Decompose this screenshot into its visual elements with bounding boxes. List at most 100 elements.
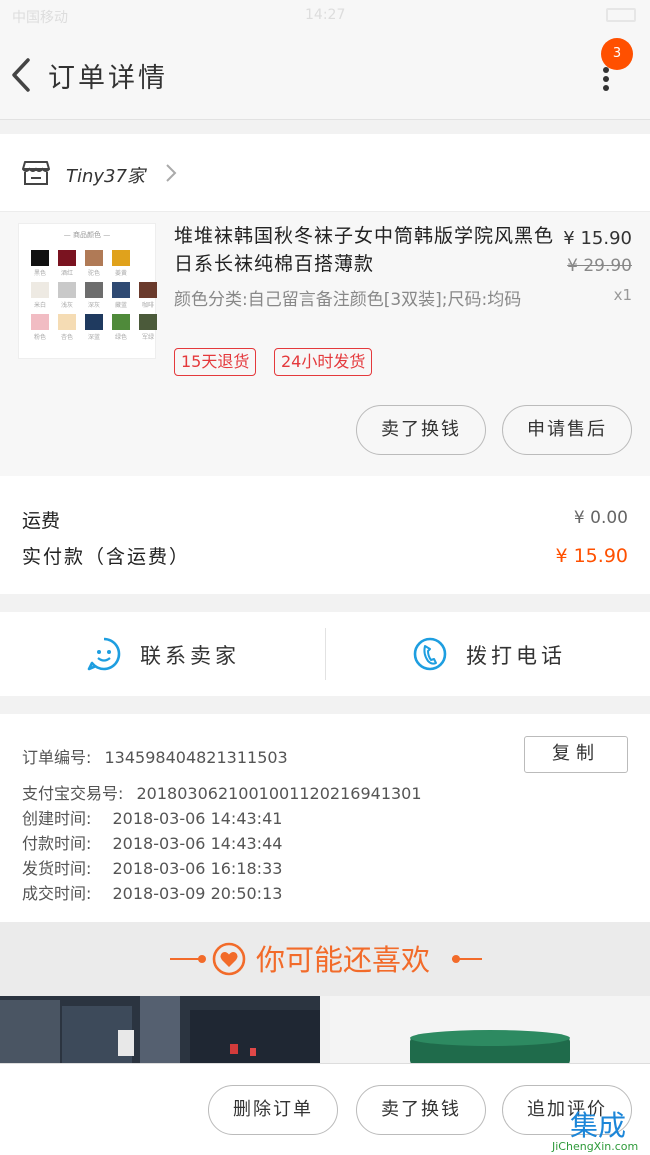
bottom-action-bar: 删除订单 卖了换钱 追加评价 集成 JiChengXin.com [0,1063,650,1155]
alipay-trade-value: 2018030621001001120216941301 [136,784,422,803]
shop-icon [22,161,50,185]
color-swatch-label: 酒红 [60,270,73,277]
phone-icon [413,637,447,671]
page-title: 订单详情 [48,63,168,94]
delete-order-button[interactable]: 删除订单 [208,1085,338,1135]
shop-row[interactable]: Tiny37家 [0,134,650,212]
product-thumbnail[interactable]: — 商品颜色 — 黑色 酒红 驼色 姜黄米白 浅灰 深灰 藏蓝 咖啡粉色 杏色 深蓝 绿色 军绿 [18,223,157,359]
watermark-logo: 集成 JiChengXin.com [534,1104,650,1155]
recommend-item-image[interactable] [0,996,320,1066]
color-swatch [31,282,49,298]
created-time-row: 创建时间: 2018-03-06 14:43:41 [22,805,282,829]
chat-bubble-icon [87,637,121,671]
chevron-right-icon [166,164,177,182]
recommend-left-line [170,958,200,960]
product-specs: 颜色分类:自己留言备注颜色[3双装];尺码:均码 [174,290,522,310]
product-quantity: x1 [613,286,632,304]
color-swatch [58,282,76,298]
watermark-url: JiChengXin.com [552,1140,639,1153]
color-swatch-label: 姜黄 [114,270,127,277]
recommend-title: 你可能还喜欢 [256,943,431,977]
color-swatch-label: 绿色 [114,334,127,341]
color-swatch [31,250,49,266]
shipping-fee-value: ¥ 0.00 [573,508,628,528]
color-swatch [31,314,49,330]
apply-aftersale-button[interactable]: 申请售后 [502,405,632,455]
fee-section: 运费 ¥ 0.00 实付款（含运费） ¥ 15.90 [0,476,650,594]
city-building-image [0,996,320,1066]
order-number-row: 订单编号: 134598404821311503 [22,744,288,768]
heart-icon [212,942,246,976]
paid-amount-label: 实付款（含运费） [22,546,191,568]
contact-bar: 联系卖家 拨打电话 [0,612,650,696]
order-number-label: 订单编号: [22,748,92,767]
recommend-item-image[interactable] [330,996,650,1066]
shop-name[interactable]: Tiny37家 [66,162,145,188]
message-badge[interactable]: 3 [601,38,633,70]
back-arrow-icon[interactable] [6,52,42,98]
color-swatch [139,314,157,330]
contact-seller-label: 联系卖家 [140,644,240,668]
color-swatch-label: 军绿 [141,334,154,341]
original-price: ¥ 29.90 [567,256,632,276]
alipay-trade-row: 支付宝交易号: 2018030621001001120216941301 [22,780,422,804]
color-swatch [85,282,103,298]
shipping-fee-label: 运费 [22,510,61,532]
color-swatch-label: 粉色 [33,334,46,341]
color-swatch [85,250,103,266]
created-time-value: 2018-03-06 14:43:41 [112,809,283,828]
paid-amount-value: ¥ 15.90 [555,545,628,567]
color-swatch-label: 深灰 [87,302,100,309]
call-phone-label: 拨打电话 [466,644,566,668]
color-swatch [112,282,130,298]
completed-time-label: 成交时间: [22,884,92,903]
alipay-trade-label: 支付宝交易号: [22,784,124,803]
battery-icon [606,8,636,22]
completed-time-row: 成交时间: 2018-03-09 20:50:13 [22,880,282,904]
thumb-heading: — 商品颜色 — [63,231,111,239]
paid-time-row: 付款时间: 2018-03-06 14:43:44 [22,830,282,854]
nav-header: 订单详情 3 [0,32,650,120]
shipped-time-label: 发货时间: [22,859,92,878]
clock-label: 14:27 [305,7,346,23]
color-swatch [112,314,130,330]
color-swatch [112,250,130,266]
sell-button-bottom[interactable]: 卖了换钱 [356,1085,486,1135]
product-title[interactable]: 堆堆袜韩国秋冬袜子女中筒韩版学院风黑色日系长袜纯棉百搭薄款 [174,222,554,278]
recommend-header: 你可能还喜欢 [0,922,650,996]
paid-time-label: 付款时间: [22,834,92,853]
color-swatch-label: 黑色 [33,270,46,277]
return-policy-tag: 15天退货 [174,348,257,376]
product-price: ¥ 15.90 [563,228,632,249]
completed-time-value: 2018-03-09 20:50:13 [112,884,283,903]
recommend-right-line [452,958,482,960]
color-swatch-label: 藏蓝 [114,302,127,309]
color-swatch [85,314,103,330]
shipping-promise-tag: 24小时发货 [274,348,373,376]
color-swatch [139,282,157,298]
green-jar-image [330,996,650,1066]
color-swatch-label: 杏色 [60,334,73,341]
recommend-left-dot [198,955,206,963]
paid-time-value: 2018-03-06 14:43:44 [112,834,283,853]
color-swatch-label: 驼色 [87,270,100,277]
contact-seller-button[interactable]: 联系卖家 [0,612,325,696]
carrier-label: 中国移动 [12,10,68,26]
watermark-brand: 集成 [570,1109,627,1142]
color-swatch-label: 咖啡 [141,302,154,309]
copy-order-number-button[interactable]: 复制 [524,736,628,773]
color-swatch [58,314,76,330]
order-info-section: 订单编号: 134598404821311503 复制 支付宝交易号: 2018… [0,714,650,922]
order-number-value: 134598404821311503 [104,748,288,767]
color-swatch-label: 深蓝 [87,334,100,341]
sell-button[interactable]: 卖了换钱 [356,405,486,455]
shipped-time-row: 发货时间: 2018-03-06 16:18:33 [22,855,282,879]
color-swatch-label: 米白 [33,302,46,309]
shipped-time-value: 2018-03-06 16:18:33 [112,859,283,878]
call-phone-button[interactable]: 拨打电话 [326,612,650,696]
color-swatch [58,250,76,266]
product-card[interactable]: — 商品颜色 — 黑色 酒红 驼色 姜黄米白 浅灰 深灰 藏蓝 咖啡粉色 杏色 深蓝 绿色 军绿 堆堆… [0,212,650,476]
status-bar: 中国移动 14:27 [0,0,650,32]
created-time-label: 创建时间: [22,809,92,828]
color-swatch-label: 浅灰 [60,302,73,309]
